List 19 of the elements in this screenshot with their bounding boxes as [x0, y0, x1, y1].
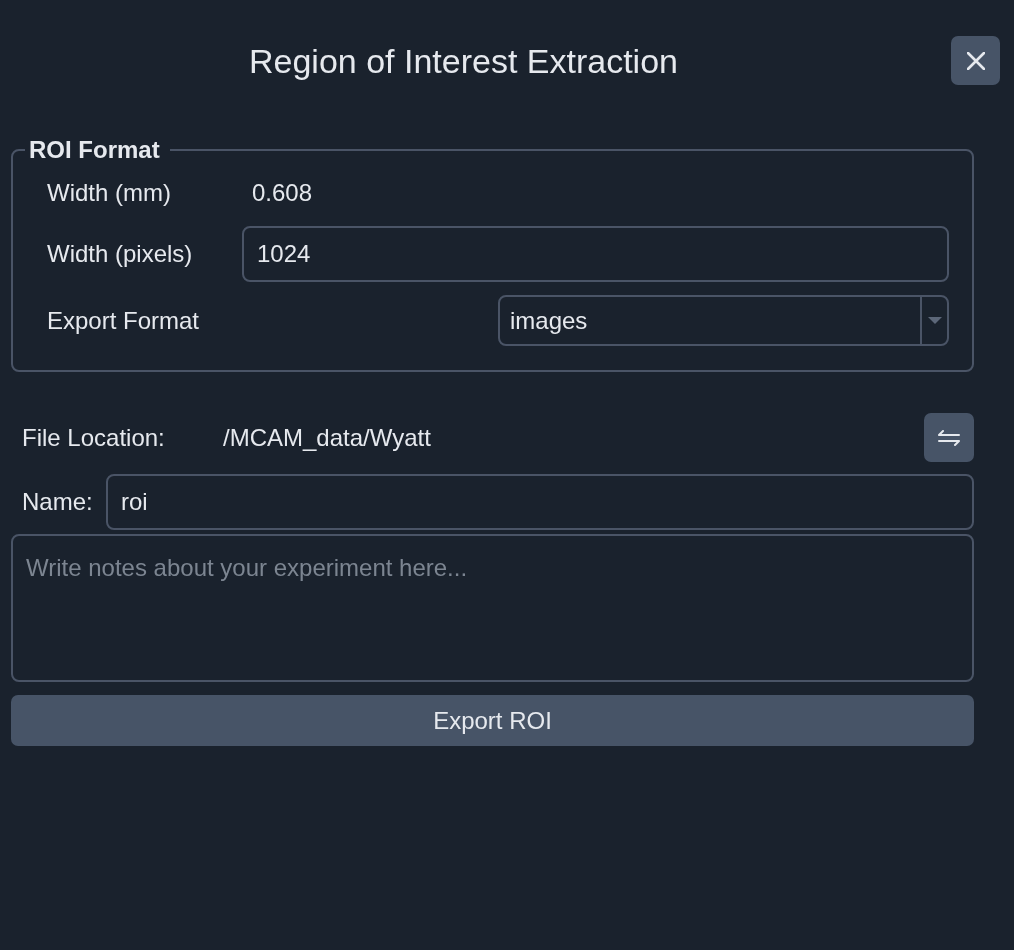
width-pixels-input[interactable]: 1024 [242, 226, 949, 282]
field-label: Export Format [47, 305, 201, 336]
caret-icon [928, 317, 942, 324]
width-mm-value: 0.608 [251, 178, 313, 208]
file-location-path: /MCAM_data/Wyatt [223, 422, 432, 453]
file-location-label: File Location: [21, 422, 166, 453]
name-label: Name: [21, 487, 94, 517]
export-roi-button[interactable]: Export ROI [11, 695, 974, 746]
swap-arrows-icon [938, 429, 960, 446]
field-label: Width (pixels) [47, 239, 194, 269]
export-format-select[interactable]: images [498, 295, 949, 346]
close-icon [966, 51, 985, 70]
name-input[interactable]: roi [106, 474, 974, 530]
swap-button[interactable] [924, 413, 974, 462]
roi-format-legend: ROI Format [25, 135, 170, 165]
dialog-title: Region of Interest Extraction [248, 40, 679, 82]
notes-textarea[interactable]: Write notes about your experiment here... [11, 534, 974, 682]
field-label: Width (mm) [47, 178, 172, 208]
close-button[interactable] [951, 36, 1000, 85]
